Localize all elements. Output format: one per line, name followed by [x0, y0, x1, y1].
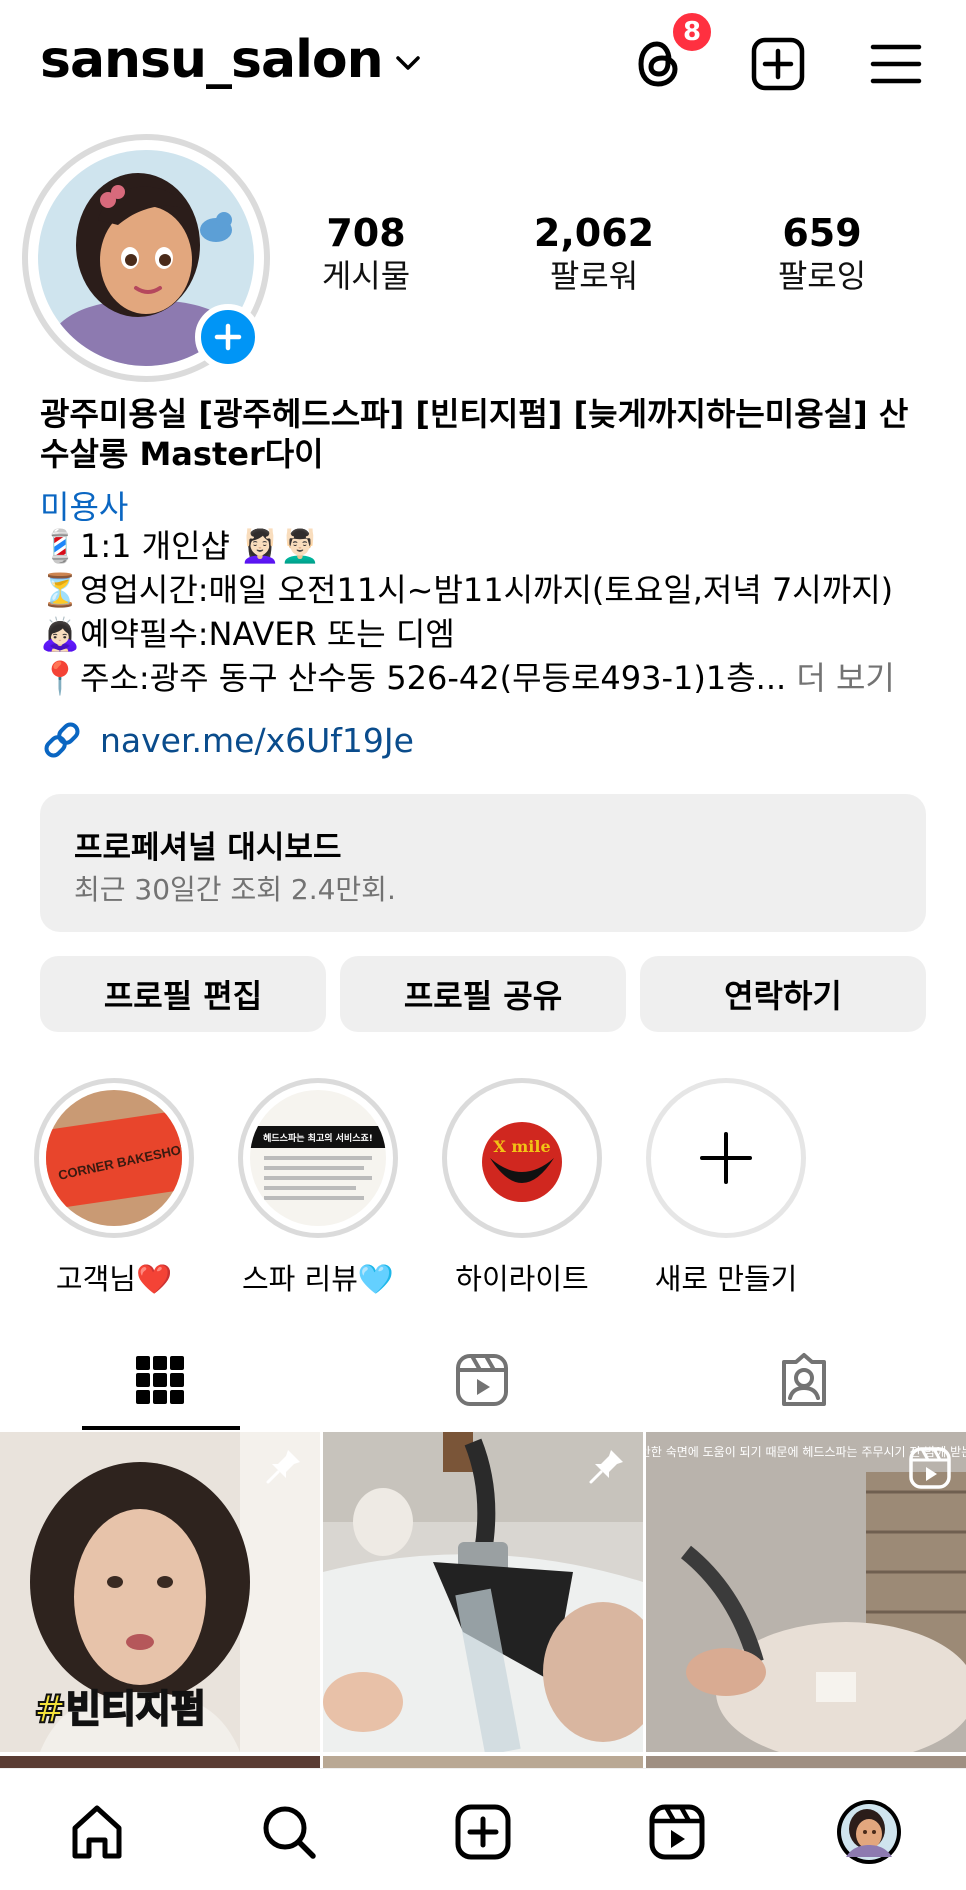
reels-icon: [456, 1354, 508, 1406]
search-icon[interactable]: [254, 1797, 324, 1867]
professional-dashboard[interactable]: 프로페셔널 대시보드 최근 30일간 조회 2.4만회.: [40, 794, 926, 932]
post-thumbnail[interactable]: #빈티지펌: [0, 1432, 320, 1752]
link-text: naver.me/x6Uf19Je: [100, 720, 414, 760]
grid-icon: [136, 1356, 184, 1404]
post-caption: #빈티지펌: [34, 1687, 206, 1731]
bio-text: 영업시간:매일 오전11시~밤11시까지(토요일,저녁 7시까지): [80, 571, 894, 609]
reels-nav-icon[interactable]: [642, 1797, 712, 1867]
dashboard-subtitle: 최근 30일간 조회 2.4만회.: [74, 873, 396, 906]
notification-badge: 8: [670, 10, 714, 54]
highlight-item[interactable]: X mile 하이라이트: [442, 1078, 602, 1298]
posts-label: 게시물: [321, 257, 411, 295]
chevron-down-icon: [395, 56, 420, 70]
bio-line: 🙇🏻‍♀️예약필수:NAVER 또는 디엠: [40, 612, 455, 656]
barber-pole-icon: 💈: [40, 527, 80, 565]
username: sansu_salon: [40, 30, 384, 90]
highlight-label: 고객님❤️: [55, 1262, 173, 1296]
location-pin-icon: 📍: [40, 659, 80, 697]
pin-icon: [589, 1450, 623, 1484]
pin-icon: [266, 1450, 300, 1484]
bio-text: 주소:광주 동구 산수동 526-42(무등로493-1)1층...: [80, 659, 787, 697]
username-switcher[interactable]: sansu_salon: [40, 30, 421, 90]
tab-tagged[interactable]: [724, 1330, 884, 1430]
tagged-icon: [782, 1353, 826, 1406]
bio-text: 예약필수:NAVER 또는 디엠: [80, 615, 455, 653]
tab-grid[interactable]: [80, 1330, 240, 1430]
highlight-label: 스파 리뷰🩵: [241, 1262, 395, 1296]
highlight-ring: 헤드스파는 최고의 서비스죠!: [238, 1078, 398, 1238]
highlight-cover: 헤드스파는 최고의 서비스죠!: [250, 1090, 386, 1226]
new-highlight-button[interactable]: 새로 만들기: [646, 1078, 806, 1298]
bio-link[interactable]: naver.me/x6Uf19Je: [40, 718, 414, 762]
add-story-button[interactable]: [195, 304, 261, 370]
highlight-ring: CORNER BAKESHOP: [34, 1078, 194, 1238]
dashboard-title: 프로페셔널 대시보드: [74, 830, 342, 866]
highlight-ring: X mile: [442, 1078, 602, 1238]
stat-following[interactable]: 659 팔로잉: [732, 210, 912, 296]
profile-tabs: [0, 1330, 966, 1430]
profile-name: 광주미용실 [광주헤드스파] [빈티지펌] [늦게까지하는미용실] 산수살롱 M…: [40, 395, 909, 473]
new-post-icon[interactable]: [748, 34, 808, 94]
contact-button[interactable]: 연락하기: [640, 956, 926, 1032]
highlight-cover-text: X mile: [493, 1137, 550, 1156]
stat-followers[interactable]: 2,062 팔로워: [504, 210, 684, 296]
highlight-cover: CORNER BAKESHOP: [46, 1090, 182, 1226]
plus-icon: [700, 1132, 752, 1184]
highlight-label: 새로 만들기: [654, 1262, 798, 1296]
edit-profile-button[interactable]: 프로필 편집: [40, 956, 326, 1032]
highlight-cover: X mile: [454, 1090, 590, 1226]
stat-posts[interactable]: 708 게시물: [276, 210, 456, 296]
bio-line: ⏳영업시간:매일 오전11시~밤11시까지(토요일,저녁 7시까지): [40, 568, 893, 612]
tab-reels[interactable]: [402, 1330, 562, 1430]
posts-count: 708: [326, 211, 406, 255]
followers-count: 2,062: [533, 211, 655, 255]
plus-icon: [214, 323, 242, 351]
highlight-item[interactable]: CORNER BAKESHOP 고객님❤️: [34, 1078, 194, 1298]
profile-category[interactable]: 미용사: [40, 482, 128, 528]
bottom-nav: [0, 1768, 966, 1890]
hourglass-icon: ⏳: [40, 571, 80, 609]
menu-icon[interactable]: [866, 34, 926, 94]
highlight-cover-text: 헤드스파는 최고의 서비스죠!: [263, 1132, 373, 1144]
profile-nav-avatar[interactable]: [834, 1797, 904, 1867]
following-count: 659: [782, 211, 862, 255]
active-tab-indicator: [82, 1426, 240, 1430]
post-thumbnail[interactable]: [323, 1432, 643, 1752]
reel-icon: [909, 1447, 951, 1489]
more-link[interactable]: 더 보기: [796, 659, 895, 697]
profile-header: sansu_salon 8: [0, 0, 966, 130]
bowing-person-icon: 🙇🏻‍♀️: [40, 615, 80, 653]
home-icon[interactable]: [62, 1797, 132, 1867]
posts-grid: #빈티지펌 한 숙면에 도움이 되기 때문에 헤드스파는 주무시기 전 받: [0, 1432, 966, 1772]
create-post-icon[interactable]: [448, 1797, 518, 1867]
share-profile-button[interactable]: 프로필 공유: [340, 956, 626, 1032]
followers-label: 팔로워: [549, 257, 639, 295]
post-thumbnail[interactable]: 깊고 편안한 숙면에 도움이 되기 때문에 헤드스파는 주무시기 전 밤에 받는…: [646, 1432, 966, 1752]
following-label: 팔로잉: [777, 257, 867, 295]
bio-text: 1:1 개인샵 💆🏻‍♀️💆🏻‍♂️: [80, 527, 320, 565]
bio-line: 📍주소:광주 동구 산수동 526-42(무등로493-1)1층... 더 보기: [40, 656, 895, 700]
highlight-item[interactable]: 헤드스파는 최고의 서비스죠! 스파 리뷰🩵: [238, 1078, 398, 1298]
bio-line: 💈1:1 개인샵 💆🏻‍♀️💆🏻‍♂️: [40, 524, 320, 568]
highlight-label: 하이라이트: [455, 1262, 589, 1296]
link-icon: [44, 722, 80, 758]
highlight-ring: [646, 1078, 806, 1238]
